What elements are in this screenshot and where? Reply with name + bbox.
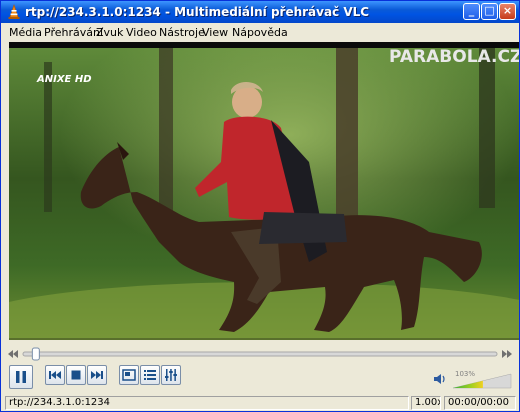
previous-icon <box>49 371 61 379</box>
close-icon: × <box>502 4 513 17</box>
seek-forward-arrow-icon[interactable] <box>507 350 512 358</box>
menu-bar: Média Přehrávání Zvuk Video Nástroje Vie… <box>1 23 519 42</box>
speaker-icon[interactable] <box>433 372 447 389</box>
menu-view[interactable]: View <box>202 26 228 39</box>
control-bar: 103% <box>1 365 519 393</box>
maximize-icon: □ <box>484 4 495 17</box>
status-time: 00:00/00:00 <box>444 396 516 410</box>
fullscreen-icon <box>122 369 136 381</box>
seek-handle[interactable] <box>31 347 40 361</box>
playlist-icon <box>144 370 156 380</box>
tree-trunk <box>336 48 358 238</box>
menu-tools[interactable]: Nástroje <box>159 26 205 39</box>
equalizer-icon <box>165 369 177 381</box>
vlc-cone-icon <box>6 4 22 20</box>
minimize-icon: _ <box>468 4 475 17</box>
seek-back-arrow-icon[interactable] <box>13 350 18 358</box>
watermark: PARABOLA.CZ <box>389 47 519 67</box>
channel-logo: ANIXE HD <box>36 74 92 85</box>
next-icon <box>91 371 103 379</box>
pause-icon <box>16 371 26 383</box>
menu-playback[interactable]: Přehrávání <box>44 26 103 39</box>
video-frame: ANIXE HD PARABOLA.CZ <box>9 42 519 340</box>
saddle <box>259 212 347 244</box>
status-source: rtp://234.3.1.0:1234 <box>5 396 409 410</box>
menu-help[interactable]: Nápověda <box>232 26 288 39</box>
menu-audio[interactable]: Zvuk <box>96 26 123 39</box>
minimize-button[interactable]: _ <box>463 3 480 20</box>
tree-trunk <box>159 48 173 218</box>
seek-forward-arrow-icon[interactable] <box>502 350 507 358</box>
vlc-window: rtp://234.3.1.0:1234 - Multimediální pře… <box>0 0 520 412</box>
menu-video[interactable]: Video <box>126 26 157 39</box>
stop-icon <box>71 370 81 380</box>
previous-button[interactable] <box>45 365 65 385</box>
close-button[interactable]: × <box>499 3 516 20</box>
next-button[interactable] <box>87 365 107 385</box>
menu-media[interactable]: Média <box>9 26 42 39</box>
window-title: rtp://234.3.1.0:1234 - Multimediální pře… <box>25 5 370 19</box>
tree-trunk <box>479 48 495 208</box>
maximize-button[interactable]: □ <box>481 3 498 20</box>
fullscreen-button[interactable] <box>119 365 139 385</box>
playlist-button[interactable] <box>140 365 160 385</box>
status-speed: 1.00x <box>411 396 441 410</box>
seek-track[interactable] <box>22 351 498 357</box>
pause-button[interactable] <box>9 365 33 389</box>
seek-back-arrow-icon[interactable] <box>8 350 13 358</box>
seek-bar <box>1 345 519 363</box>
status-bar: rtp://234.3.1.0:1234 1.00x 00:00/00:00 <box>1 395 519 411</box>
extended-settings-button[interactable] <box>161 365 181 385</box>
video-output[interactable]: ANIXE HD PARABOLA.CZ <box>9 42 519 340</box>
volume-slider[interactable]: 103% <box>451 368 513 390</box>
title-bar[interactable]: rtp://234.3.1.0:1234 - Multimediální pře… <box>1 1 519 23</box>
stop-button[interactable] <box>66 365 86 385</box>
